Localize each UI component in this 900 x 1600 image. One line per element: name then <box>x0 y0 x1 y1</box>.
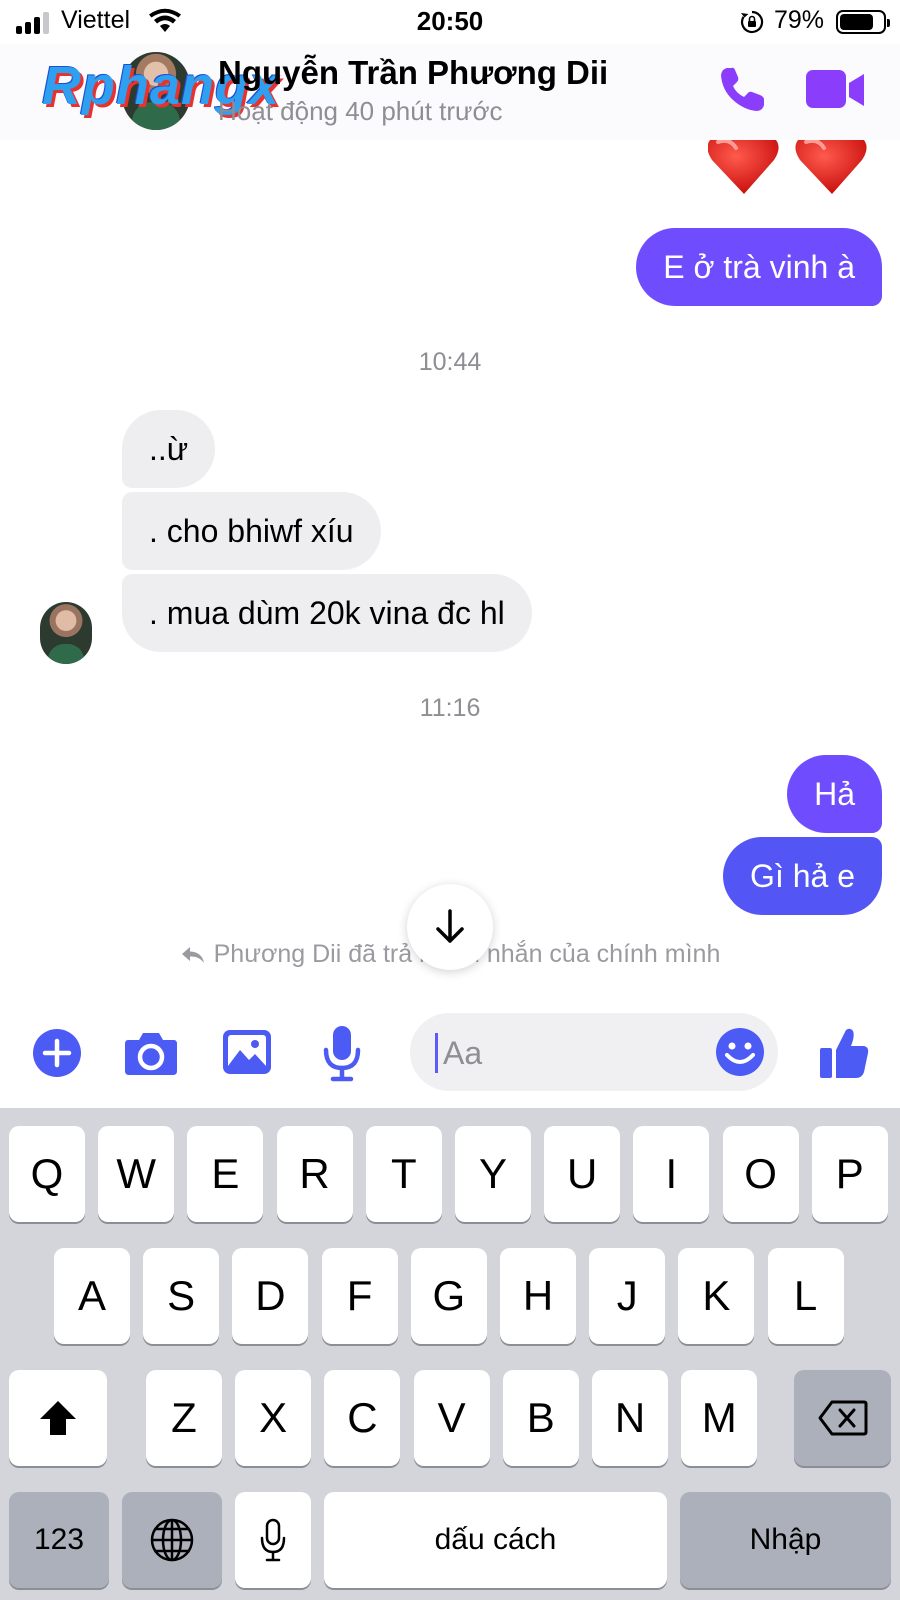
plus-circle-icon[interactable] <box>32 1028 82 1078</box>
arrow-down-icon <box>436 909 464 943</box>
incoming-message[interactable]: . mua dùm 20k vina đc hl <box>122 574 532 652</box>
clock: 20:50 <box>416 6 484 36</box>
outgoing-message[interactable]: E ở trà vinh à <box>636 228 882 306</box>
microphone-icon[interactable] <box>322 1024 362 1082</box>
message-timestamp: 11:16 <box>419 694 481 722</box>
heart-emoji-message[interactable] <box>707 138 878 200</box>
smiley-icon[interactable] <box>715 1027 765 1077</box>
key-l[interactable]: L <box>767 1248 844 1344</box>
key-v[interactable]: V <box>413 1370 490 1466</box>
battery-icon <box>836 10 890 34</box>
contact-name[interactable]: Nguyễn Trần Phương Dii <box>218 54 608 92</box>
key-h[interactable]: H <box>500 1248 576 1344</box>
message-input-placeholder: Aa <box>443 1035 483 1071</box>
key-f[interactable]: F <box>321 1248 398 1344</box>
heart-icon <box>707 138 867 194</box>
key-m[interactable]: M <box>681 1370 758 1466</box>
key-e[interactable]: E <box>187 1126 264 1222</box>
key-g[interactable]: G <box>410 1248 487 1344</box>
incoming-message[interactable]: . cho bhiwf xíu <box>122 492 381 570</box>
outgoing-message[interactable]: Gì hả e <box>723 837 882 915</box>
key-t[interactable]: T <box>365 1126 442 1222</box>
key-q[interactable]: Q <box>9 1126 85 1222</box>
camera-icon[interactable] <box>124 1030 178 1076</box>
text-caret <box>435 1033 438 1073</box>
thumbs-up-icon[interactable] <box>818 1026 870 1080</box>
key-i[interactable]: I <box>633 1126 710 1222</box>
key-j[interactable]: J <box>589 1248 666 1344</box>
key-c[interactable]: C <box>324 1370 401 1466</box>
key-r[interactable]: R <box>276 1126 353 1222</box>
image-icon[interactable] <box>222 1028 272 1076</box>
key-b[interactable]: B <box>502 1370 579 1466</box>
return-key[interactable]: Nhập <box>680 1492 891 1588</box>
outgoing-message[interactable]: Hả <box>787 755 882 833</box>
messenger-chat-screen: Viettel 20:50 79% Rphangx Nguyễn Trần Ph… <box>0 0 900 1600</box>
onscreen-keyboard: QWERTYUIOP ASDFGHJKL ZXCVBNM 123 dấu các… <box>0 1108 900 1600</box>
message-list[interactable]: E ở trà vinh à 10:44 ..ừ . cho bhiwf xíu… <box>0 138 900 996</box>
key-p[interactable]: P <box>811 1126 888 1222</box>
battery-percentage: 79% <box>774 6 825 34</box>
shift-key[interactable] <box>9 1370 107 1466</box>
dictation-key[interactable] <box>235 1492 311 1588</box>
globe-key[interactable] <box>122 1492 222 1588</box>
incoming-message[interactable]: ..ừ <box>122 410 216 488</box>
message-input[interactable]: Aa <box>410 1013 778 1091</box>
scroll-to-bottom-button[interactable] <box>407 884 493 970</box>
contact-activity-status: Hoạt động 40 phút trước <box>218 96 503 126</box>
key-w[interactable]: W <box>98 1126 175 1222</box>
key-o[interactable]: O <box>722 1126 799 1222</box>
key-y[interactable]: Y <box>455 1126 531 1222</box>
key-z[interactable]: Z <box>146 1370 222 1466</box>
globe-icon <box>150 1518 194 1562</box>
microphone-icon <box>260 1518 286 1562</box>
video-camera-icon[interactable] <box>806 66 866 114</box>
status-bar: Viettel 20:50 79% <box>0 0 900 44</box>
chat-header: Rphangx Nguyễn Trần Phương Dii Hoạt động… <box>0 44 900 140</box>
key-k[interactable]: K <box>678 1248 755 1344</box>
key-u[interactable]: U <box>544 1126 621 1222</box>
numbers-key[interactable]: 123 <box>9 1492 109 1588</box>
shift-arrow-icon <box>40 1401 76 1435</box>
rotation-lock-icon <box>740 10 764 34</box>
message-timestamp: 10:44 <box>418 348 482 376</box>
key-s[interactable]: S <box>143 1248 220 1344</box>
key-n[interactable]: N <box>592 1370 668 1466</box>
backspace-icon <box>818 1400 867 1436</box>
key-x[interactable]: X <box>235 1370 312 1466</box>
key-a[interactable]: A <box>54 1248 130 1344</box>
key-d[interactable]: D <box>232 1248 309 1344</box>
phone-icon[interactable] <box>716 64 768 116</box>
message-composer: Aa <box>0 996 900 1108</box>
space-key[interactable]: dấu cách <box>324 1492 667 1588</box>
backspace-key[interactable] <box>794 1370 891 1466</box>
reply-arrow-icon <box>181 947 204 963</box>
sender-avatar[interactable] <box>40 602 92 664</box>
